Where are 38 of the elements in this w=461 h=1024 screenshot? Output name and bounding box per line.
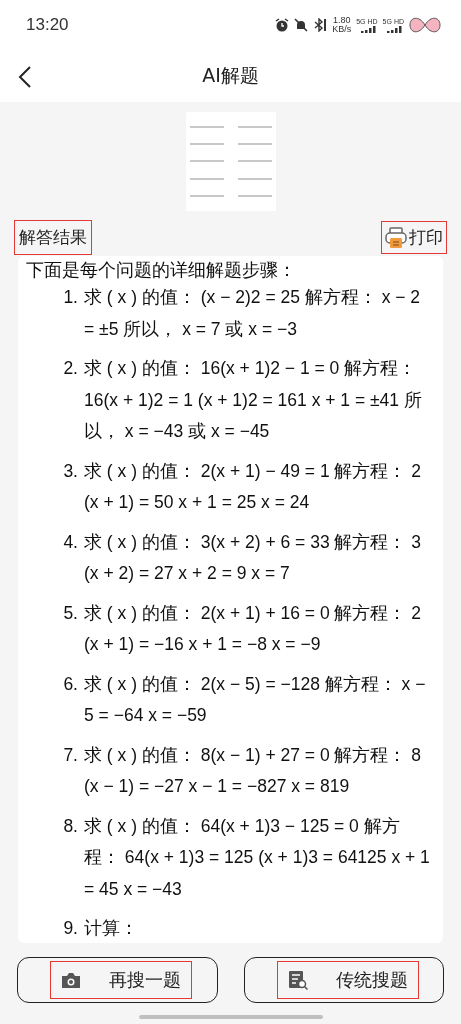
step-number: 4. [62,530,79,554]
step-number: 7. [62,743,79,767]
document-search-icon [287,970,308,990]
action-button[interactable]: 传统搜题 [243,957,444,1003]
step-number: 1. [62,286,79,309]
step-text: 计算： [84,917,139,940]
step-number: 8. [62,814,79,838]
signal-icon [386,25,404,33]
intro-text: 下面是每个问题的详细解题步骤： [26,259,297,282]
step-text: 求 ( x ) 的值： 2(x + 1) − 49 = 1 解方程： 2 (x + 1) = 50 x + 1 = 25 x = 24 [84,459,423,514]
document-thumbnail[interactable] [185,112,276,211]
step-text: 求 ( x ) 的值： 16(x + 1)2 − 1 = 0 解方程： 16(x + 1)2 = 1 (x + 1)2 = 161 x + 1 = ±41 所以， x = −43 或 x = −45 [84,357,423,443]
page-title: AI解题 [202,63,259,88]
muted-bell-icon [294,18,309,32]
step-text: 求 ( x ) 的值： 3(x + 2) + 6 = 33 解方程： 3 (x + 2) = 27 x + 2 = 9 x = 7 [84,530,423,585]
speed-unit: KB/s [332,25,352,34]
back-icon [18,66,32,88]
bow-battery-icon [409,15,441,35]
step-number: 3. [62,459,79,483]
step-number: 6. [62,672,79,696]
printer-icon [385,226,407,249]
step-number: 2. [62,357,79,380]
clock-time: 13:20 [26,15,70,35]
step-text: 求 ( x ) 的值： 2(x + 1) + 16 = 0 解方程： 2 (x + 1) = −16 x + 1 = −8 x = −9 [84,601,423,656]
bluetooth-icon [313,18,328,32]
print-button[interactable]: 打印 [381,221,447,254]
camera-icon [61,971,81,989]
action-button[interactable]: 再搜一题 [17,957,218,1003]
step-text: 求 ( x ) 的值： 8(x − 1) + 27 = 0 解方程： 8 (x − 1) = −27 x − 1 = −827 x = 819 [84,743,423,798]
step-number: 5. [62,601,79,625]
step-text: 求 ( x ) 的值： (x − 2)2 = 25 解方程： x − 2 = ±5 所以， x = 7 或 x = −3 [84,286,422,341]
signal-icon [359,25,378,33]
step-number: 9. [62,917,79,940]
step-text: 求 ( x ) 的值： 2(x − 5) = −128 解方程： x − 5 = −64 x = −59 [84,672,427,727]
section-label: 解答结果 [14,220,92,255]
alarm-icon [275,18,290,32]
network-speed: 1.80 [332,16,351,25]
step-text: 求 ( x ) 的值： 64(x + 1)3 − 125 = 0 解方程： 64(x + 1)3 = 125 (x + 1)3 = 64125 x + 1 = 45 x = −43 [84,814,431,901]
